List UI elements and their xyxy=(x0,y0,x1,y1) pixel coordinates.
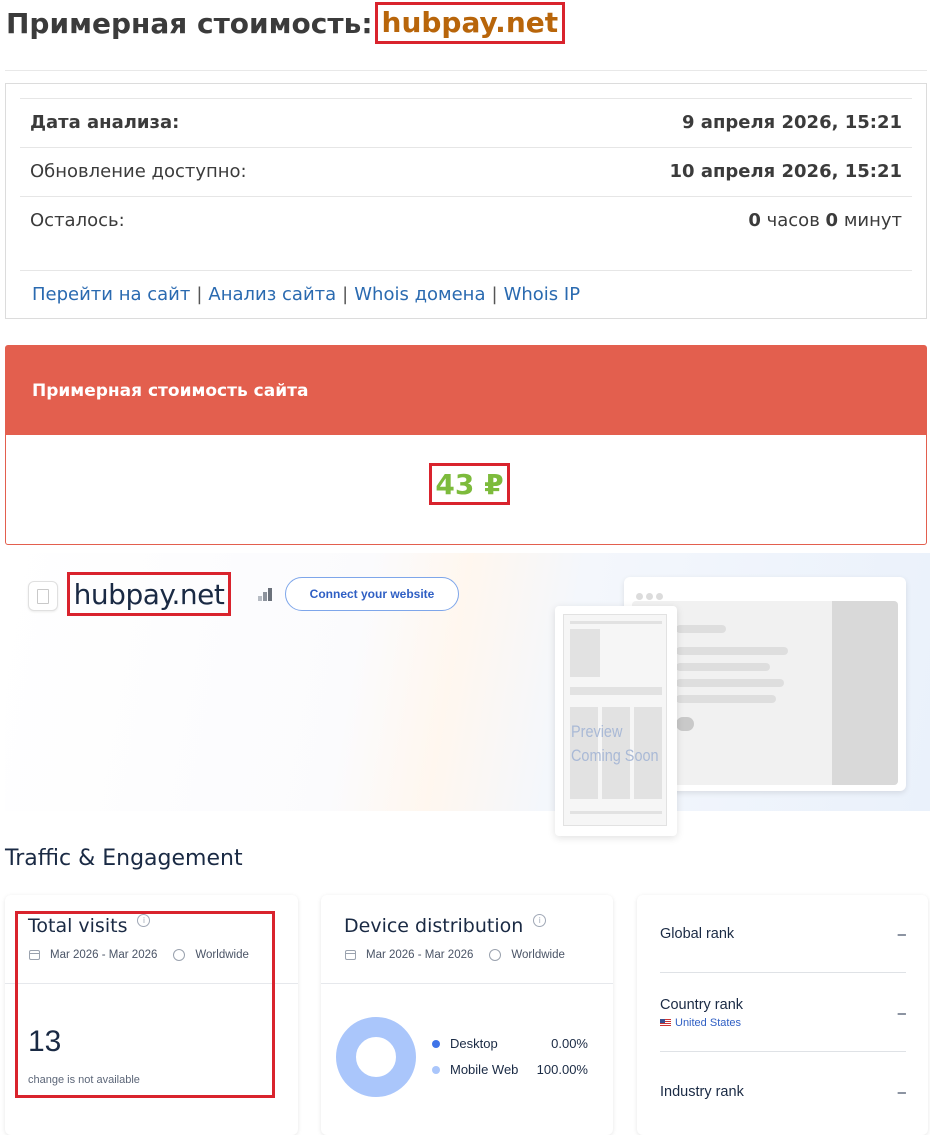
industry-rank-value: – xyxy=(897,1083,906,1101)
update-available-row: Обновление доступно: 10 апреля 2026, 15:… xyxy=(20,147,912,195)
link-separator: | xyxy=(196,284,203,305)
time-left-label: Осталось: xyxy=(30,210,125,231)
mobile-dot-icon xyxy=(432,1065,440,1074)
ranks-card: Global rank – Country rank United States… xyxy=(637,895,928,1135)
site-analysis-link[interactable]: Анализ сайта xyxy=(208,284,336,305)
country-rank-label-wrap: Country rank United States xyxy=(660,997,743,1029)
global-rank-row: Global rank – xyxy=(660,895,906,973)
site-links: Перейти на сайт | Анализ сайта | Whois домен… xyxy=(32,284,580,305)
rank-divider xyxy=(660,1051,906,1052)
device-distribution-title: Device distribution xyxy=(344,915,524,937)
device-distribution-meta: Mar 2026 - Mar 2026 Worldwide xyxy=(345,949,565,961)
preview-mobile-mockup: Preview Coming Soon xyxy=(555,606,677,836)
global-rank-label: Global rank xyxy=(660,926,735,942)
device-distribution-period: Mar 2026 - Mar 2026 xyxy=(366,949,474,961)
legend-desktop: Desktop 0.00% xyxy=(432,1036,602,1051)
link-separator: | xyxy=(491,284,498,305)
preview-coming-soon-text: Preview Coming Soon xyxy=(571,720,659,768)
title-divider xyxy=(5,70,927,71)
preview-text-line2: Coming Soon xyxy=(571,746,659,765)
legend-mobile-value: 100.00% xyxy=(536,1062,588,1077)
device-distribution-title-wrap: Device distribution i xyxy=(344,913,547,937)
whois-domain-link[interactable]: Whois домена xyxy=(354,284,485,305)
links-divider xyxy=(20,270,912,271)
traffic-section-title: Traffic & Engagement xyxy=(5,846,243,871)
hours-unit: часов xyxy=(766,210,820,231)
similarweb-banner: hubpay.net Connect your website Preview … xyxy=(5,553,930,836)
legend-mobile-label: Mobile Web xyxy=(450,1062,519,1077)
us-flag-icon xyxy=(660,1019,671,1027)
price-card: Примерная стоимость сайта 43 ₽ xyxy=(5,345,927,545)
global-rank-value: – xyxy=(897,925,906,943)
info-icon[interactable]: i xyxy=(533,913,547,927)
analysis-date-row: Дата анализа: 9 апреля 2026, 15:21 xyxy=(20,98,912,146)
time-left-value: 0 часов 0 минут xyxy=(748,210,902,231)
minutes-unit: минут xyxy=(843,210,902,231)
update-available-label: Обновление доступно: xyxy=(30,161,247,182)
rank-divider xyxy=(660,972,906,973)
legend-desktop-value: 0.00% xyxy=(551,1036,588,1051)
price-value: 43 ₽ xyxy=(429,463,510,505)
analysis-date-value: 9 апреля 2026, 15:21 xyxy=(682,112,902,133)
banner-domain: hubpay.net xyxy=(67,572,231,616)
whois-ip-link[interactable]: Whois IP xyxy=(504,284,580,305)
desktop-dot-icon xyxy=(432,1039,440,1048)
update-available-value: 10 апреля 2026, 15:21 xyxy=(669,161,903,182)
page-title-prefix: Примерная стоимость: xyxy=(6,6,373,40)
go-to-site-link[interactable]: Перейти на сайт xyxy=(32,284,190,305)
country-rank-label: Country rank xyxy=(660,997,744,1013)
device-distribution-card: Device distribution i Mar 2026 - Mar 202… xyxy=(321,895,613,1135)
total-visits-highlight xyxy=(15,911,275,1098)
industry-rank-label: Industry rank xyxy=(660,1084,744,1100)
country-name: United States xyxy=(675,1017,742,1029)
card-divider xyxy=(321,983,613,984)
page-title-domain: hubpay.net xyxy=(374,2,566,44)
legend-desktop-label: Desktop xyxy=(450,1036,498,1051)
country-rank-country[interactable]: United States xyxy=(660,1017,743,1029)
connect-website-button[interactable]: Connect your website xyxy=(285,577,459,611)
page-title: Примерная стоимость: hubpay.net xyxy=(6,0,566,46)
calendar-icon xyxy=(345,950,356,960)
signal-bars-icon xyxy=(258,588,272,601)
industry-rank-row: Industry rank – xyxy=(660,1053,906,1131)
link-separator: | xyxy=(342,284,349,305)
device-distribution-region: Worldwide xyxy=(511,949,565,961)
legend-mobile: Mobile Web 100.00% xyxy=(432,1062,602,1077)
minutes-value: 0 xyxy=(825,210,839,231)
device-donut-chart xyxy=(336,1017,416,1097)
hours-value: 0 xyxy=(748,210,761,231)
preview-text-line1: Preview xyxy=(571,722,623,741)
country-rank-row: Country rank United States – xyxy=(660,974,906,1052)
analysis-info-panel: Дата анализа: 9 апреля 2026, 15:21 Обнов… xyxy=(5,83,927,319)
globe-icon xyxy=(489,949,502,961)
site-favicon-icon xyxy=(28,581,58,611)
analysis-date-label: Дата анализа: xyxy=(30,112,180,133)
country-rank-value: – xyxy=(897,1004,906,1022)
price-card-heading: Примерная стоимость сайта xyxy=(6,346,926,435)
time-left-row: Осталось: 0 часов 0 минут xyxy=(20,196,912,244)
